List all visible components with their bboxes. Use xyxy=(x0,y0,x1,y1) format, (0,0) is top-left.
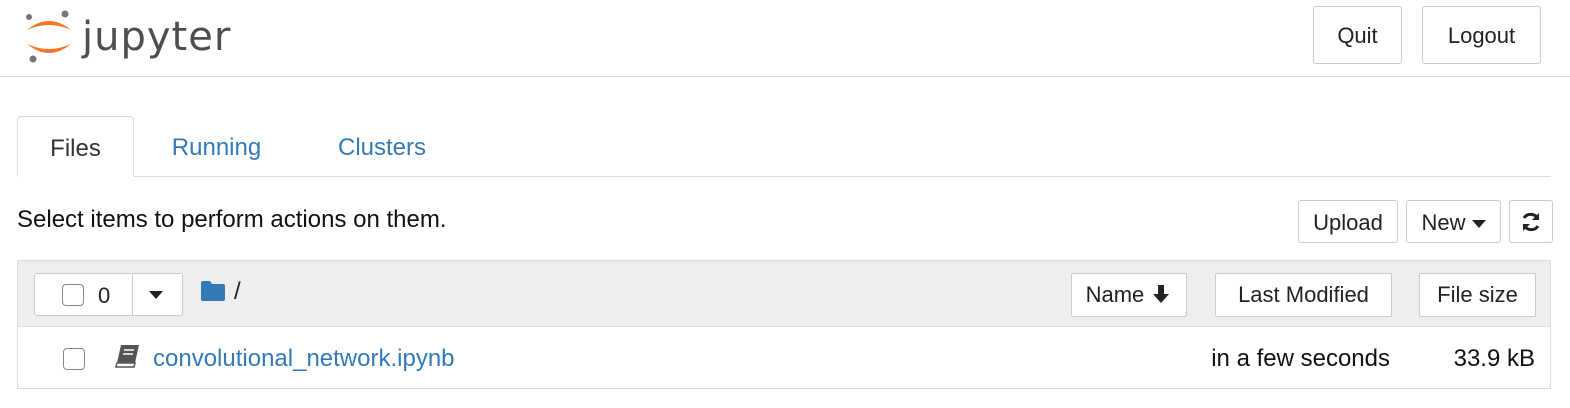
jupyter-logo[interactable]: jupyter xyxy=(24,8,240,66)
folder-icon[interactable] xyxy=(200,280,226,302)
sort-file-size-button[interactable]: File size xyxy=(1419,273,1536,317)
caret-down-icon xyxy=(1471,220,1486,229)
breadcrumb-root[interactable]: / xyxy=(234,273,241,311)
jupyter-logo-icon xyxy=(26,10,71,63)
select-all-checkbox[interactable] xyxy=(62,284,84,306)
logo-text: jupyter xyxy=(82,14,232,60)
file-list: 0 / Name Last Modified File size convolu… xyxy=(17,260,1551,389)
selected-count: 0 xyxy=(98,283,111,308)
tab-files[interactable]: Files xyxy=(17,116,134,177)
list-item[interactable]: convolutional_network.ipynb in a few sec… xyxy=(18,327,1550,388)
new-button-label: New xyxy=(1421,210,1466,235)
file-size: 33.9 kB xyxy=(1453,345,1535,372)
instruction-text: Select items to perform actions on them. xyxy=(17,206,447,233)
arrow-down-icon xyxy=(1153,285,1170,303)
header-bar: jupyter Quit Logout xyxy=(0,0,1570,77)
file-list-header: 0 / Name Last Modified File size xyxy=(18,261,1550,327)
tab-clusters[interactable]: Clusters xyxy=(317,116,447,176)
sort-last-modified-button[interactable]: Last Modified xyxy=(1215,273,1392,317)
refresh-button[interactable] xyxy=(1509,200,1553,243)
file-modified: in a few seconds xyxy=(1211,345,1390,372)
sort-name-button[interactable]: Name xyxy=(1071,273,1187,317)
select-dropdown-button[interactable] xyxy=(133,274,182,315)
file-name-link[interactable]: convolutional_network.ipynb xyxy=(153,339,455,379)
name-column-label: Name xyxy=(1085,282,1145,307)
refresh-icon xyxy=(1522,212,1540,232)
select-all-group: 0 xyxy=(34,273,183,316)
tab-bar: Files Running Clusters xyxy=(17,116,1551,177)
item-checkbox[interactable] xyxy=(63,348,85,370)
caret-down-icon xyxy=(149,291,163,299)
tab-running[interactable]: Running xyxy=(154,116,279,176)
notebook-icon xyxy=(115,345,139,368)
quit-button[interactable]: Quit xyxy=(1313,6,1402,64)
logout-button[interactable]: Logout xyxy=(1422,6,1541,64)
new-dropdown-button[interactable]: New xyxy=(1406,200,1501,243)
upload-button[interactable]: Upload xyxy=(1298,200,1398,243)
